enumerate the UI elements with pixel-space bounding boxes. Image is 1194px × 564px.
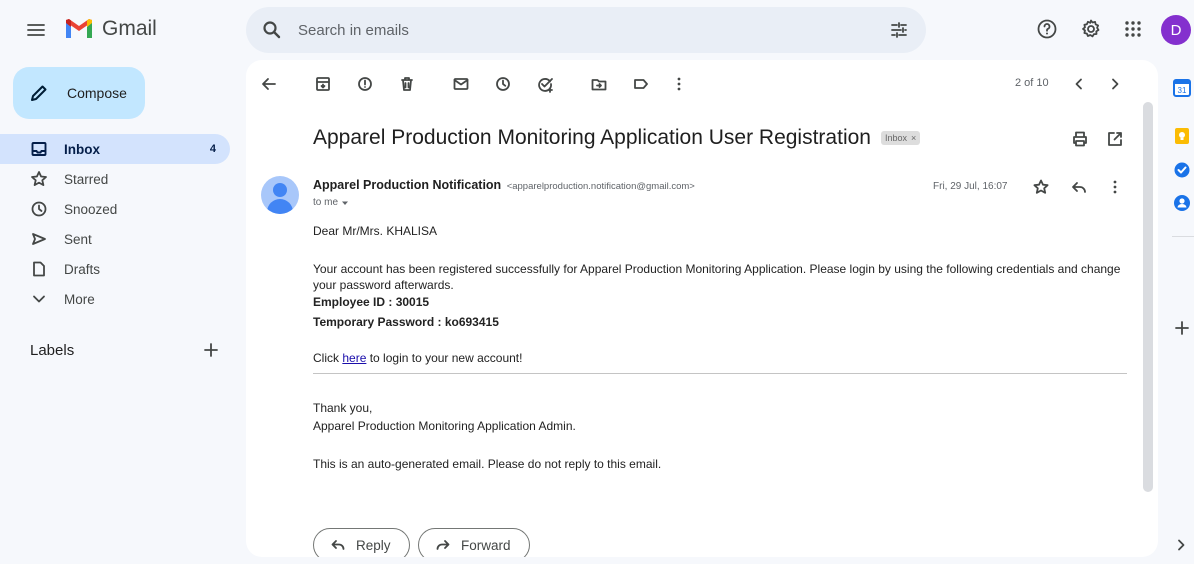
mark-unread-icon[interactable] — [452, 75, 470, 93]
account-avatar[interactable]: D — [1161, 15, 1191, 45]
side-panel-divider — [1172, 236, 1194, 237]
labels-heading: Labels — [30, 341, 75, 359]
labels-section: Labels — [30, 341, 220, 359]
email-paragraph: Your account has been registered success… — [313, 262, 1121, 292]
pencil-icon — [31, 85, 47, 101]
contacts-icon[interactable] — [1172, 193, 1192, 213]
app-name: Gmail — [102, 17, 157, 40]
sender-name[interactable]: Apparel Production Notification — [313, 178, 501, 192]
label-tag-icon[interactable] — [632, 75, 650, 93]
get-addons-plus-icon[interactable] — [1172, 318, 1192, 338]
sidebar-item-sent[interactable]: Sent — [0, 224, 232, 254]
sidebar-nav: Inbox 4 Starred Snoozed Sent Drafts More — [0, 134, 232, 314]
sender-line: Apparel Production Notification <apparel… — [313, 178, 695, 192]
remove-label-icon[interactable]: × — [911, 133, 916, 143]
add-task-icon[interactable] — [536, 75, 554, 93]
snooze-clock-icon[interactable] — [494, 75, 512, 93]
sidebar-item-label: More — [64, 291, 95, 307]
pagination-count: 2 of 10 — [1015, 77, 1049, 89]
search-options-icon[interactable] — [889, 20, 909, 40]
apps-grid-icon[interactable] — [1122, 18, 1144, 40]
back-arrow-icon[interactable] — [260, 75, 278, 93]
sidebar-item-more[interactable]: More — [0, 284, 232, 314]
sidebar-item-drafts[interactable]: Drafts — [0, 254, 232, 284]
chevron-right-icon[interactable] — [1106, 75, 1124, 93]
email-subject: Apparel Production Monitoring Applicatio… — [313, 126, 921, 150]
compose-button[interactable]: Compose — [13, 67, 145, 119]
email-date: Fri, 29 Jul, 16:07 — [933, 181, 1008, 192]
recipient-details[interactable]: to me — [313, 197, 349, 208]
open-new-window-icon[interactable] — [1106, 130, 1124, 148]
unread-count-badge: 4 — [209, 143, 216, 155]
temporary-password: Temporary Password : ko693415 — [313, 315, 499, 329]
scrollbar[interactable] — [1143, 102, 1153, 492]
sidebar-item-label: Drafts — [64, 261, 101, 277]
auto-generated-notice: This is an auto-generated email. Please … — [313, 457, 662, 471]
reply-arrow-icon[interactable] — [1070, 178, 1088, 196]
thanks-line: Thank you, — [313, 401, 373, 415]
login-here-link[interactable]: here — [342, 351, 366, 365]
subject-text: Apparel Production Monitoring Applicatio… — [313, 126, 871, 149]
clock-icon — [30, 200, 48, 218]
login-line: Click here to login to your new account! — [313, 351, 523, 365]
sidebar-item-starred[interactable]: Starred — [0, 164, 232, 194]
message-more-options-icon[interactable] — [1106, 178, 1124, 196]
sidebar-item-snoozed[interactable]: Snoozed — [0, 194, 232, 224]
show-side-panel-chevron-icon[interactable] — [1172, 536, 1190, 554]
email-greeting: Dear Mr/Mrs. KHALISA — [313, 224, 438, 238]
caret-down-icon — [342, 201, 349, 205]
report-spam-icon[interactable] — [356, 75, 374, 93]
settings-gear-icon[interactable] — [1080, 18, 1102, 40]
sidebar-item-label: Inbox — [64, 141, 100, 157]
more-options-icon[interactable] — [670, 75, 688, 93]
print-icon[interactable] — [1071, 130, 1089, 148]
draft-file-icon — [30, 260, 48, 278]
gmail-logo[interactable]: Gmail — [64, 17, 157, 41]
search-bar[interactable] — [246, 7, 926, 53]
sidebar-item-label: Starred — [64, 171, 109, 187]
help-icon[interactable] — [1036, 18, 1058, 40]
svg-text:31: 31 — [1178, 86, 1187, 95]
sidebar-item-label: Sent — [64, 231, 92, 247]
forward-button[interactable]: Forward — [418, 528, 530, 557]
tasks-icon[interactable] — [1172, 160, 1192, 180]
archive-icon[interactable] — [314, 75, 332, 93]
chevron-down-icon — [30, 290, 48, 308]
star-icon — [30, 170, 48, 188]
calendar-icon[interactable]: 31 — [1172, 78, 1192, 98]
sidebar-item-inbox[interactable]: Inbox 4 — [0, 134, 230, 164]
search-icon[interactable] — [262, 20, 282, 40]
delete-trash-icon[interactable] — [398, 75, 416, 93]
send-icon — [30, 230, 48, 248]
email-view: 2 of 10 Apparel Production Monitoring Ap… — [246, 60, 1158, 557]
keep-notes-icon[interactable] — [1172, 126, 1192, 146]
gmail-m-icon — [66, 19, 92, 38]
sidebar-item-label: Snoozed — [64, 201, 118, 217]
employee-id: Employee ID : 30015 — [313, 295, 430, 309]
reply-icon — [331, 540, 345, 550]
reply-button[interactable]: Reply — [313, 528, 410, 557]
move-to-folder-icon[interactable] — [590, 75, 608, 93]
main-menu-icon[interactable] — [24, 18, 48, 42]
chevron-left-icon[interactable] — [1070, 75, 1088, 93]
sender-email: <apparelproduction.notification@gmail.co… — [506, 181, 695, 192]
star-icon[interactable] — [1032, 178, 1050, 196]
sender-avatar[interactable] — [261, 176, 299, 214]
search-input[interactable] — [298, 19, 858, 41]
inbox-icon — [30, 140, 48, 158]
signature-line: Apparel Production Monitoring Applicatio… — [313, 419, 576, 433]
add-label-icon[interactable] — [202, 341, 220, 359]
forward-icon — [436, 540, 450, 550]
inbox-label-chip[interactable]: Inbox × — [880, 131, 921, 145]
compose-label: Compose — [67, 85, 127, 101]
content-divider — [313, 373, 1127, 374]
